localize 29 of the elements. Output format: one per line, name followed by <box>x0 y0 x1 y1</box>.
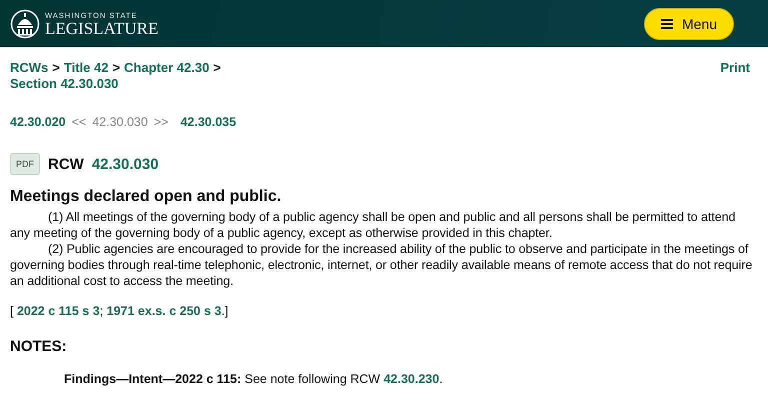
current-section: 42.30.030 <box>92 115 148 129</box>
rcw-link[interactable]: 42.30.230 <box>384 372 440 386</box>
citation-link[interactable]: 1971 ex.s. c 250 s 3 <box>106 304 222 318</box>
citation-link[interactable]: 2022 c 115 s 3 <box>16 304 100 318</box>
breadcrumb-link[interactable]: Section 42.30.030 <box>10 76 118 92</box>
breadcrumb-link[interactable]: Title 42 <box>64 60 108 76</box>
notes-heading: NOTES: <box>10 338 68 355</box>
logo-title: LEGISLATURE <box>45 20 158 36</box>
back-arrows: << <box>72 115 86 129</box>
section-heading: Meetings declared open and public. <box>10 188 282 206</box>
forward-arrows: >> <box>154 115 168 129</box>
breadcrumb-link[interactable]: Chapter 42.30 <box>124 60 210 76</box>
citation-text: [ 2022 c 115 s 3; 1971 ex.s. c 250 s 3.] <box>10 304 230 318</box>
statute-paragraph: (2) Public agencies are encouraged to provide for the increased ability of the public to observe and participate in the meetings of governing bodies through real-time telephonic, electronic, internet, or other readily available means of remote access that do not require an additional cost to access the meeting. <box>10 241 754 289</box>
note-text: Findings—Intent—2022 c 115: See note following RCW 42.30.230. <box>64 372 444 386</box>
capitol-dome-icon <box>10 8 40 38</box>
pdf-button[interactable]: PDF <box>10 153 40 175</box>
rcw-label: RCW <box>48 156 84 172</box>
statute-paragraph: (1) All meetings of the governing body of a public agency shall be open and public and all persons shall be permitted to attend any meeting of the governing body of a public agency, except as otherwise provided in this chapter. <box>10 209 736 241</box>
rcw-number-link[interactable]: 42.30.030 <box>92 156 159 172</box>
print-link[interactable]: Print <box>720 60 750 75</box>
breadcrumb-link[interactable]: RCWs <box>10 60 48 76</box>
next-section-link[interactable]: 42.30.035 <box>180 115 236 129</box>
previous-section-link[interactable]: 42.30.020 <box>10 115 66 129</box>
breadcrumb-separator: > <box>112 60 120 76</box>
menu-icon <box>660 18 673 28</box>
breadcrumb-separator: > <box>52 60 60 76</box>
breadcrumb-separator: > <box>213 60 221 76</box>
menu-button[interactable]: Menu <box>644 8 734 40</box>
